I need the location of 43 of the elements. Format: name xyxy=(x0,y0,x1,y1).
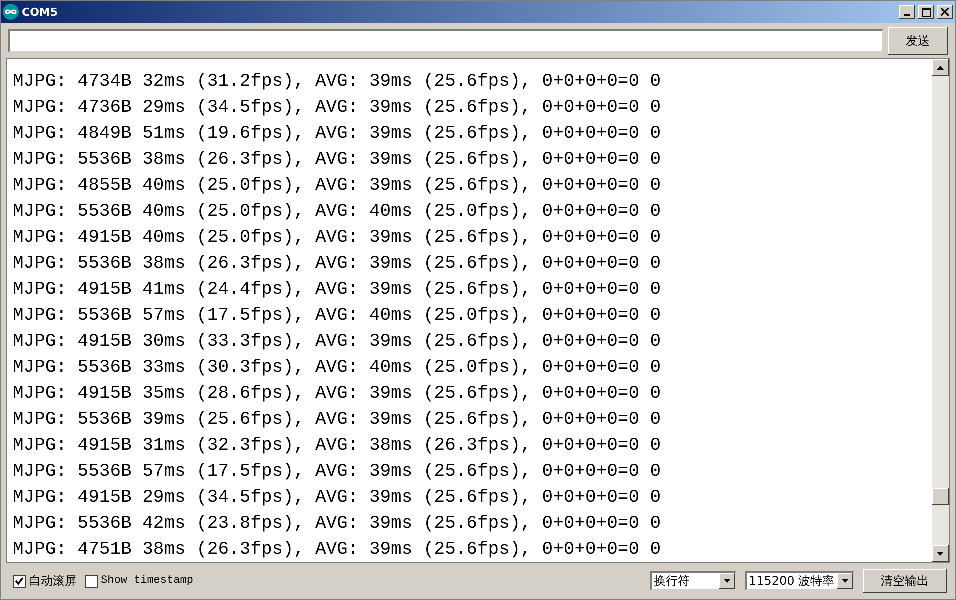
timestamp-checkbox[interactable] xyxy=(85,574,98,588)
maximize-icon xyxy=(922,8,930,16)
baud-rate-dropdown[interactable]: 115200 波特率 xyxy=(745,571,855,591)
window-title: COM5 xyxy=(22,6,60,18)
output-line: MJPG: 5536B 38ms (26.3fps), AVG: 39ms (25.6fps), 0+0+0+0=0 0 xyxy=(13,253,662,276)
send-button[interactable]: 发送 xyxy=(888,27,948,55)
output-line: MJPG: 4915B 31ms (32.3fps), AVG: 38ms (26.3fps), 0+0+0+0=0 0 xyxy=(13,435,662,458)
output-line: MJPG: 4849B 51ms (19.6fps), AVG: 39ms (25.6fps), 0+0+0+0=0 0 xyxy=(13,123,662,146)
scroll-thumb[interactable] xyxy=(932,488,949,505)
timestamp-label: Show timestamp xyxy=(101,575,194,587)
output-line: MJPG: 4736B 29ms (34.5fps), AVG: 39ms (25.6fps), 0+0+0+0=0 0 xyxy=(13,97,662,120)
infinity-logo-icon xyxy=(3,4,19,20)
output-line: MJPG: 5536B 42ms (23.8fps), AVG: 39ms (25.6fps), 0+0+0+0=0 0 xyxy=(13,513,662,536)
output-line: MJPG: 5536B 38ms (26.3fps), AVG: 39ms (25.6fps), 0+0+0+0=0 0 xyxy=(13,149,662,172)
autoscroll-label: 自动滚屏 xyxy=(29,572,77,590)
up-arrow-icon xyxy=(937,66,944,70)
output-line: MJPG: 4855B 40ms (25.0fps), AVG: 39ms (25.6fps), 0+0+0+0=0 0 xyxy=(13,175,662,198)
clear-output-button[interactable]: 清空输出 xyxy=(863,569,947,593)
output-line: MJPG: 5536B 33ms (30.3fps), AVG: 40ms (25.0fps), 0+0+0+0=0 0 xyxy=(13,357,662,380)
down-caret-icon xyxy=(724,579,730,583)
minimize-button[interactable] xyxy=(899,5,915,19)
close-icon xyxy=(941,8,949,16)
scroll-up-button[interactable] xyxy=(932,59,949,76)
maximize-button[interactable] xyxy=(918,5,934,19)
autoscroll-checkbox[interactable] xyxy=(13,574,26,588)
output-line: MJPG: 4734B 32ms (31.2fps), AVG: 39ms (25.6fps), 0+0+0+0=0 0 xyxy=(13,71,662,94)
input-field[interactable] xyxy=(8,29,884,53)
output-line: MJPG: 5536B 57ms (17.5fps), AVG: 40ms (25.0fps), 0+0+0+0=0 0 xyxy=(13,305,662,328)
scroll-bar[interactable] xyxy=(932,59,949,562)
down-caret-icon xyxy=(937,552,944,556)
output-line: MJPG: 4915B 41ms (24.4fps), AVG: 39ms (25.6fps), 0+0+0+0=0 0 xyxy=(13,279,662,302)
down-caret-icon xyxy=(842,579,848,583)
output-line: MJPG: 5536B 57ms (17.5fps), AVG: 39ms (25.6fps), 0+0+0+0=0 0 xyxy=(13,461,662,484)
output-line: MJPG: 4915B 40ms (25.0fps), AVG: 39ms (25.6fps), 0+0+0+0=0 0 xyxy=(13,227,662,250)
close-button[interactable] xyxy=(937,5,953,19)
line-ending-dropdown[interactable]: 换行符 xyxy=(650,571,737,591)
output-line: MJPG: 4915B 30ms (33.3fps), AVG: 39ms (25.6fps), 0+0+0+0=0 0 xyxy=(13,331,662,354)
output-line: MJPG: 5536B 40ms (25.0fps), AVG: 40ms (25.0fps), 0+0+0+0=0 0 xyxy=(13,201,662,224)
scroll-down-button[interactable] xyxy=(932,545,949,562)
output-line: MJPG: 4751B 38ms (26.3fps), AVG: 39ms (25.6fps), 0+0+0+0=0 0 xyxy=(13,539,662,562)
output-line: MJPG: 4915B 35ms (28.6fps), AVG: 39ms (25.6fps), 0+0+0+0=0 0 xyxy=(13,383,662,406)
output-line: MJPG: 5536B 39ms (25.6fps), AVG: 39ms (25.6fps), 0+0+0+0=0 0 xyxy=(13,409,662,432)
output-line: MJPG: 4915B 29ms (34.5fps), AVG: 39ms (25.6fps), 0+0+0+0=0 0 xyxy=(13,487,662,510)
